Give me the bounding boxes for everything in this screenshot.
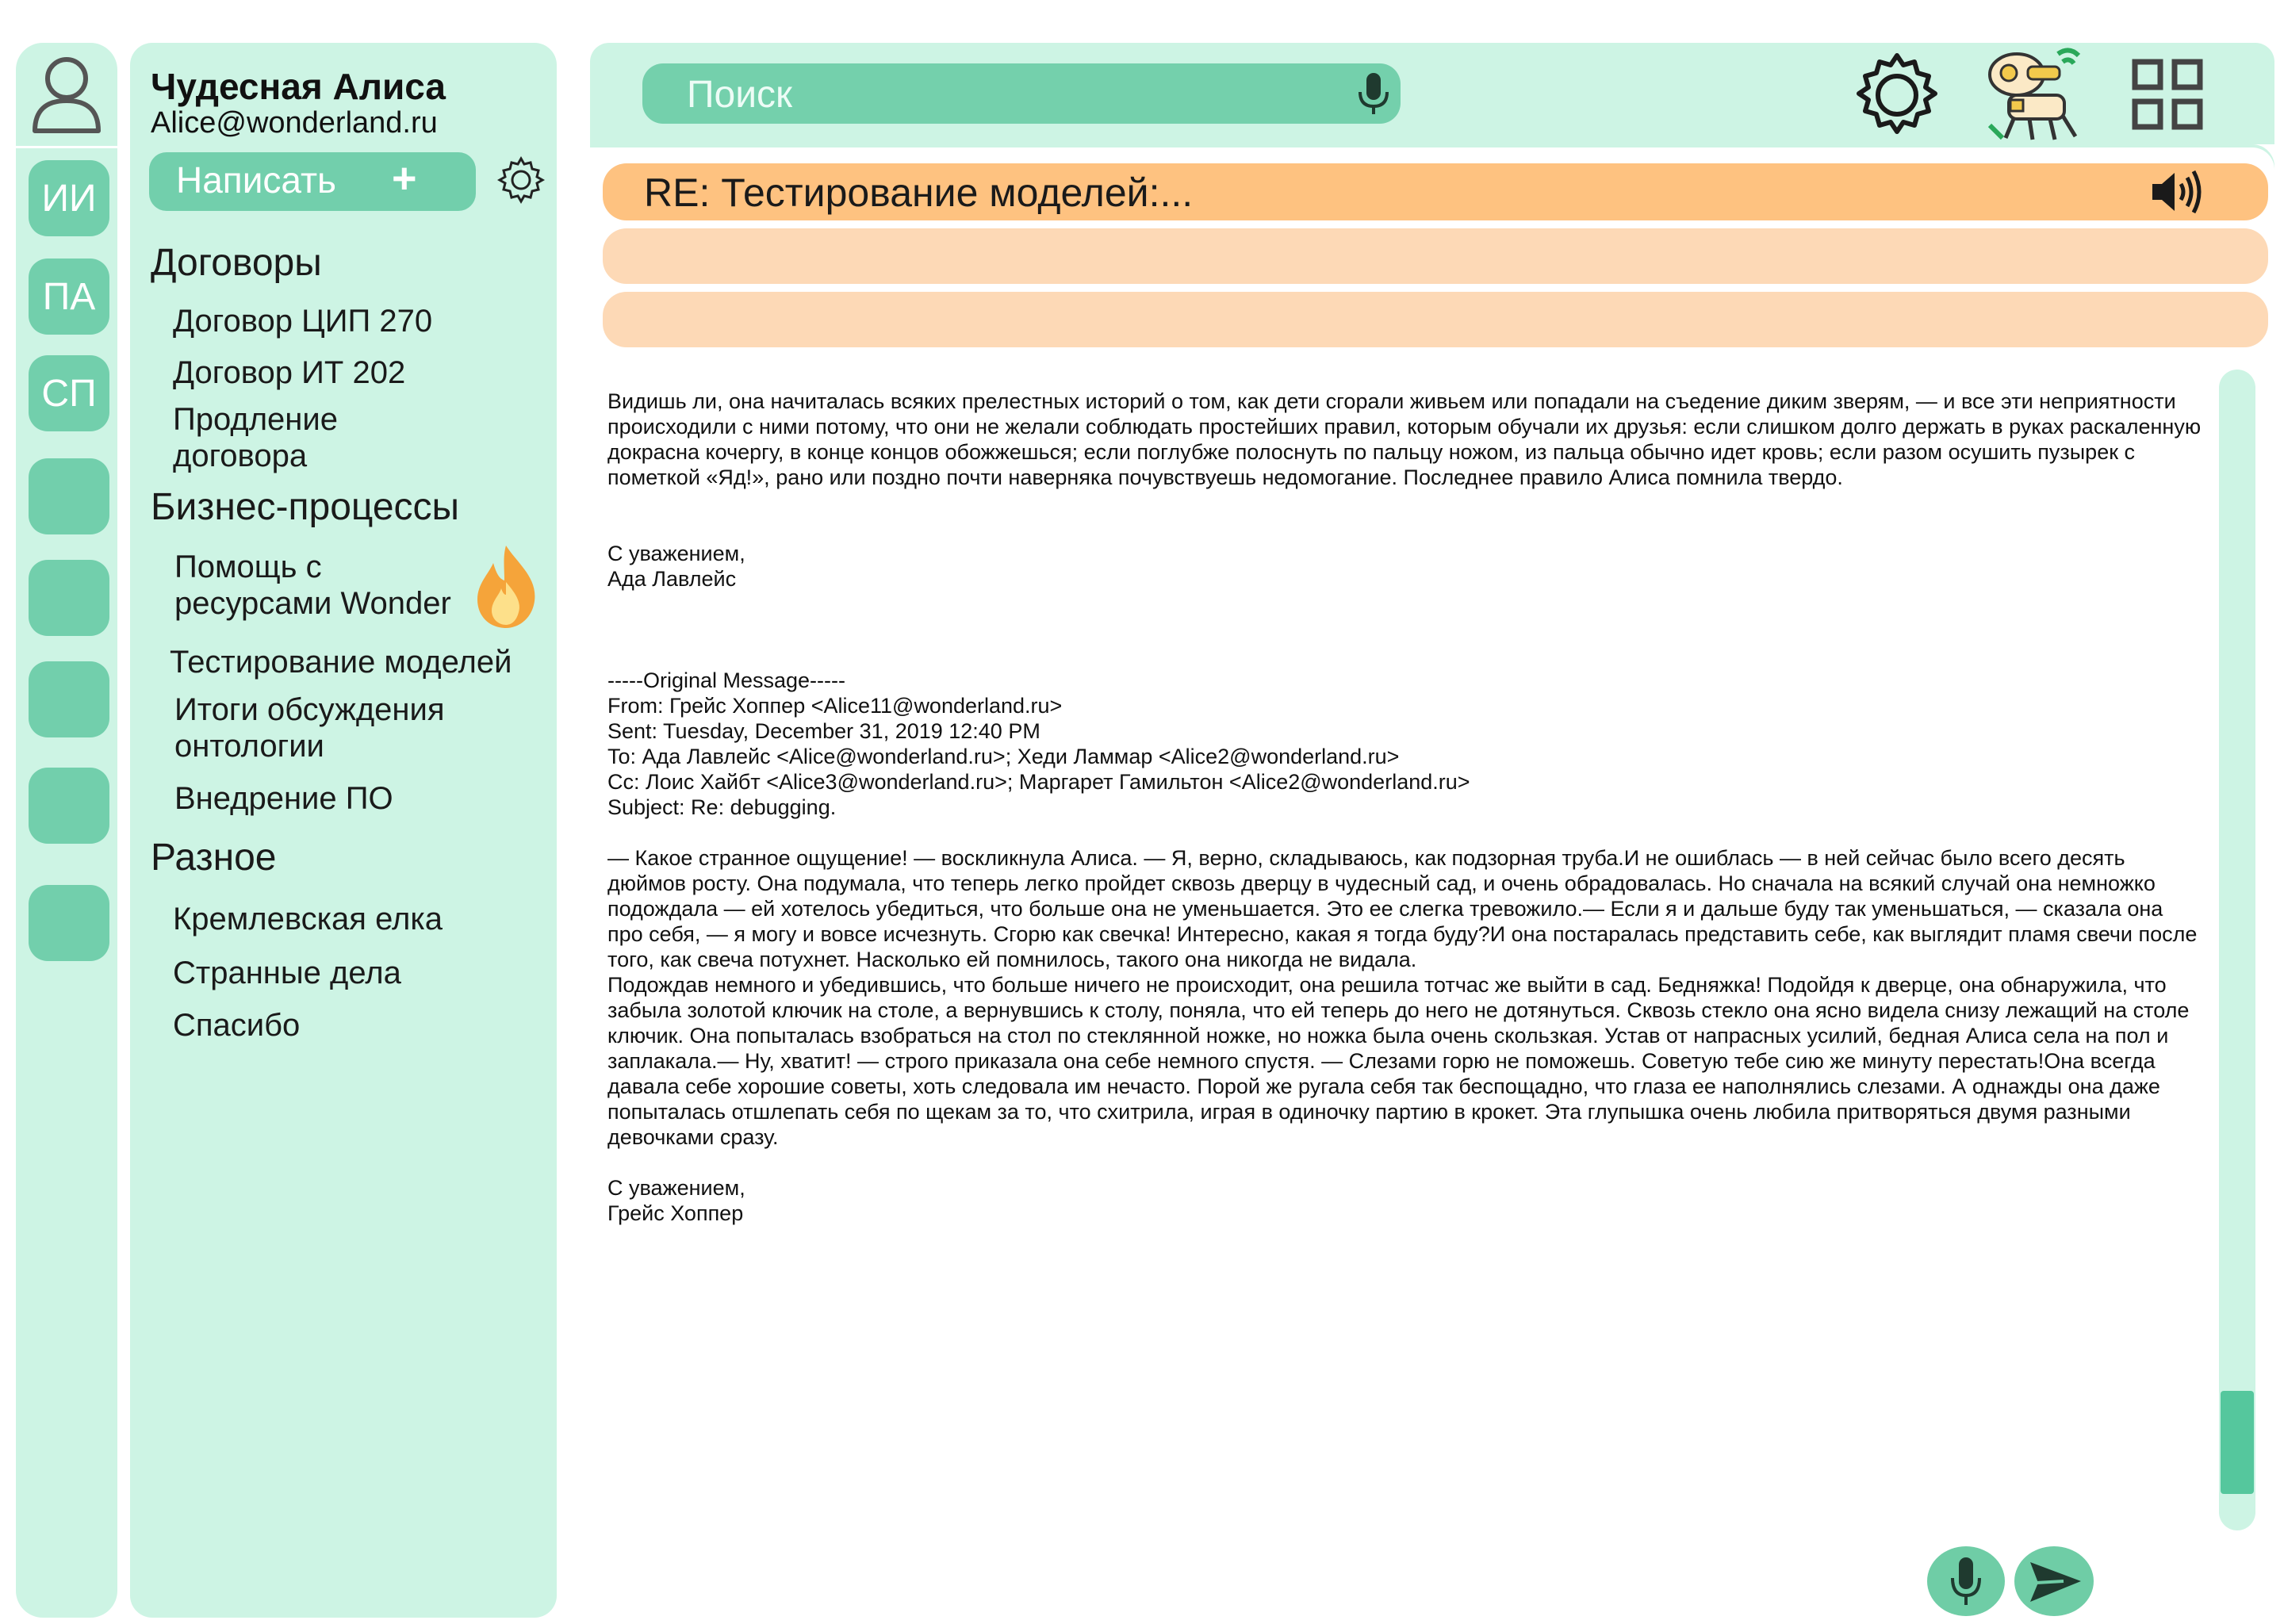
- folder-item[interactable]: Внедрение ПО: [174, 780, 393, 817]
- signature-name: Грейс Хоппер: [607, 1201, 744, 1225]
- message-item[interactable]: [603, 292, 2268, 347]
- gear-icon: [1857, 53, 1937, 134]
- header-from: From: Грейс Хоппер <Alice11@wonderland.r…: [607, 694, 1063, 718]
- scrollbar-track[interactable]: [2219, 370, 2255, 1530]
- message-item-active[interactable]: RE: Тестирование моделей:...: [603, 163, 2268, 220]
- voice-input-button[interactable]: [1927, 1546, 2005, 1616]
- rail-item-sp[interactable]: СП: [29, 355, 109, 431]
- folder-item[interactable]: Продление договора: [173, 401, 338, 474]
- folder-item-active[interactable]: Тестирование моделей: [170, 644, 512, 680]
- app-rail: ИИ ПА СП: [16, 43, 117, 1618]
- message-item[interactable]: [603, 228, 2268, 284]
- folder-item[interactable]: Помощь с ресурсами Wonder: [174, 549, 451, 622]
- rail-item-ai[interactable]: ИИ: [29, 160, 109, 236]
- robot-icon: [1987, 48, 2081, 140]
- plus-icon: +: [392, 155, 417, 202]
- microphone-icon: [1951, 1557, 1981, 1605]
- top-bar: [590, 43, 2274, 144]
- signature-regards: С уважением,: [607, 542, 745, 565]
- grid-icon: [2132, 59, 2203, 130]
- speaker-icon: [2152, 170, 2202, 214]
- apps-button[interactable]: [2132, 59, 2205, 132]
- folder-item[interactable]: Договор ИТ 202: [173, 354, 405, 391]
- signature-name: Ада Лавлейс: [607, 567, 737, 591]
- header-sent: Sent: Tuesday, December 31, 2019 12:40 P…: [607, 719, 1040, 743]
- message-body: Видишь ли, она начиталась всяких прелест…: [607, 389, 2203, 1226]
- header-cc: Cc: Лоис Хайбт <Alice3@wonderland.ru>; М…: [607, 770, 1470, 794]
- rail-item-5[interactable]: [29, 560, 109, 636]
- rail-item-4[interactable]: [29, 458, 109, 534]
- fire-icon: [471, 542, 541, 630]
- send-icon: [2030, 1562, 2081, 1602]
- section-title-business: Бизнес-процессы: [151, 486, 460, 528]
- header-to: To: Ада Лавлейс <Alice@wonderland.ru>; Х…: [607, 745, 1400, 768]
- rail-item-pa[interactable]: ПА: [29, 259, 109, 335]
- folder-item[interactable]: Спасибо: [173, 1007, 300, 1044]
- search-input[interactable]: [685, 70, 1323, 119]
- message-subject: RE: Тестирование моделей:...: [644, 170, 1194, 215]
- compose-label: Написать: [176, 159, 337, 201]
- folder-item[interactable]: Кремлевская елка: [173, 901, 443, 937]
- rail-divider: [16, 146, 117, 148]
- gear-icon: [496, 155, 546, 205]
- user-name: Чудесная Алиса: [151, 66, 446, 107]
- user-email: Alice@wonderland.ru: [151, 106, 438, 140]
- body-paragraph: — Какое странное ощущение! — воскликнула…: [607, 846, 2198, 971]
- body-paragraph: Видишь ли, она начиталась всяких прелест…: [607, 389, 2202, 489]
- search-voice-button[interactable]: [1356, 71, 1391, 117]
- microphone-icon: [1359, 73, 1389, 114]
- search-bar: [642, 63, 1401, 124]
- folder-item[interactable]: Итоги обсуждения онтологии: [174, 691, 445, 764]
- header-subject: Subject: Re: debugging.: [607, 795, 837, 819]
- send-button[interactable]: [2014, 1546, 2094, 1616]
- rail-item-6[interactable]: [29, 661, 109, 737]
- folder-settings-button[interactable]: [495, 154, 547, 206]
- rail-item-8[interactable]: [29, 885, 109, 961]
- compose-button[interactable]: Написать +: [149, 152, 476, 211]
- signature-regards: С уважением,: [607, 1176, 745, 1200]
- section-title-contracts: Договоры: [151, 242, 322, 284]
- folder-item[interactable]: Договор ЦИП 270: [173, 303, 432, 339]
- body-paragraph: Подождав немного и убедившись, что больш…: [607, 973, 2190, 1149]
- rail-item-7[interactable]: [29, 768, 109, 844]
- profile-button[interactable]: [16, 43, 117, 146]
- scrollbar-thumb[interactable]: [2221, 1391, 2254, 1494]
- assistant-button[interactable]: [1982, 43, 2093, 144]
- original-message-header: -----Original Message-----: [607, 668, 846, 692]
- settings-button[interactable]: [1851, 49, 1943, 141]
- folder-sidebar: Чудесная Алиса Alice@wonderland.ru Напис…: [130, 43, 557, 1618]
- section-title-misc: Разное: [151, 837, 277, 879]
- folder-item[interactable]: Странные дела: [173, 955, 401, 991]
- read-aloud-button[interactable]: [2149, 168, 2202, 216]
- user-icon: [33, 57, 101, 133]
